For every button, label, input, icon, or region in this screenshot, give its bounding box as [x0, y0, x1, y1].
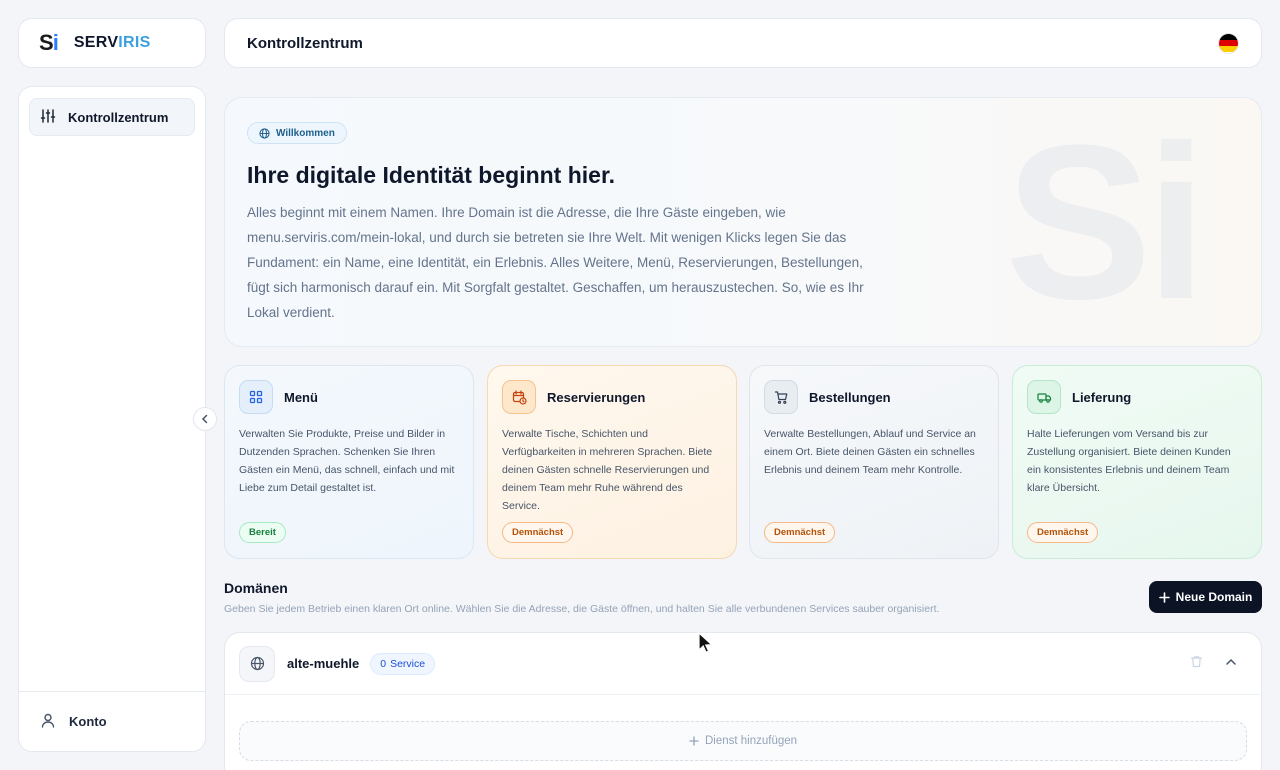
sidebar-item-kontrollzentrum[interactable]: Kontrollzentrum [29, 98, 195, 136]
status-badge: Demnächst [502, 522, 574, 543]
sidebar-item-konto[interactable]: Konto [19, 691, 205, 751]
welcome-pill: Willkommen [247, 122, 347, 144]
new-domain-label: Neue Domain [1175, 590, 1253, 604]
service-count: 0 [380, 657, 387, 670]
feature-text: Verwalten Sie Produkte, Preise und Bilde… [239, 428, 455, 494]
feature-card-bestellungen[interactable]: Bestellungen Verwalte Bestellungen, Abla… [749, 365, 999, 559]
page-title: Kontrollzentrum [247, 34, 363, 52]
chevron-left-icon [201, 414, 208, 424]
plus-icon [1158, 591, 1170, 603]
truck-icon [1027, 380, 1061, 414]
feature-text: Verwalte Bestellungen, Ablauf und Servic… [764, 428, 976, 476]
new-domain-button[interactable]: Neue Domain [1149, 581, 1262, 613]
mouse-cursor-icon [698, 631, 714, 659]
domain-name: alte-muehle [287, 656, 360, 671]
sidebar-item-label: Kontrollzentrum [68, 109, 169, 125]
domain-row[interactable]: alte-muehle 0 Service [225, 633, 1261, 695]
feature-text: Halte Lieferungen vom Versand bis zur Zu… [1027, 428, 1231, 494]
plus-icon [689, 736, 699, 746]
brand-logo[interactable]: Si SERVIRIS [18, 18, 206, 68]
status-badge: Demnächst [1027, 522, 1099, 543]
feature-card-menu[interactable]: Menü Verwalten Sie Produkte, Preise und … [224, 365, 474, 559]
logo-text: SERVIRIS [73, 34, 151, 51]
feature-title: Menü [284, 389, 318, 405]
hero-title: Ihre digitale Identität beginnt hier. [247, 162, 616, 188]
language-flag-icon[interactable] [1218, 32, 1239, 54]
status-badge: Demnächst [764, 522, 836, 543]
welcome-pill-label: Willkommen [276, 127, 335, 139]
feature-title: Bestellungen [809, 389, 891, 405]
collapse-sidebar-button[interactable] [193, 407, 217, 431]
calendar-clock-icon [502, 380, 536, 414]
user-icon [41, 713, 55, 731]
domains-subtitle: Geben Sie jedem Betrieb einen klaren Ort… [224, 603, 940, 615]
service-count-badge: 0 Service [370, 652, 436, 675]
globe-icon [239, 645, 275, 682]
domains-title: Domänen [224, 580, 288, 596]
domain-card: alte-muehle 0 Service Dienst hinzufügen [224, 632, 1262, 770]
feature-card-lieferung[interactable]: Lieferung Halte Lieferungen vom Versand … [1012, 365, 1262, 559]
hero-text: Alles beginnt mit einem Namen. Ihre Doma… [247, 205, 864, 320]
feature-title: Reservierungen [547, 389, 646, 405]
top-header: Kontrollzentrum [224, 18, 1262, 68]
feature-card-reservierungen[interactable]: Reservierungen Verwalte Tische, Schichte… [487, 365, 737, 559]
cart-icon [764, 380, 798, 414]
sliders-icon [40, 108, 56, 127]
sidebar-item-label: Konto [69, 714, 107, 729]
globe-icon [259, 127, 270, 139]
add-service-label: Dienst hinzufügen [704, 735, 798, 747]
feature-title: Lieferung [1072, 389, 1132, 405]
logo-mark: Si [39, 30, 59, 55]
chevron-up-icon[interactable] [1225, 655, 1237, 673]
service-label: Service [390, 657, 426, 670]
status-badge: Bereit [239, 522, 286, 543]
trash-icon[interactable] [1190, 655, 1203, 673]
sidebar: Kontrollzentrum Konto [18, 86, 206, 752]
grid-icon [239, 380, 273, 414]
hero-watermark-logo: Si [1005, 99, 1207, 345]
welcome-hero: Si Willkommen Ihre digitale Identität be… [224, 97, 1262, 347]
add-service-button[interactable]: Dienst hinzufügen [239, 721, 1247, 761]
feature-text: Verwalte Tische, Schichten und Verfügbar… [502, 428, 713, 512]
